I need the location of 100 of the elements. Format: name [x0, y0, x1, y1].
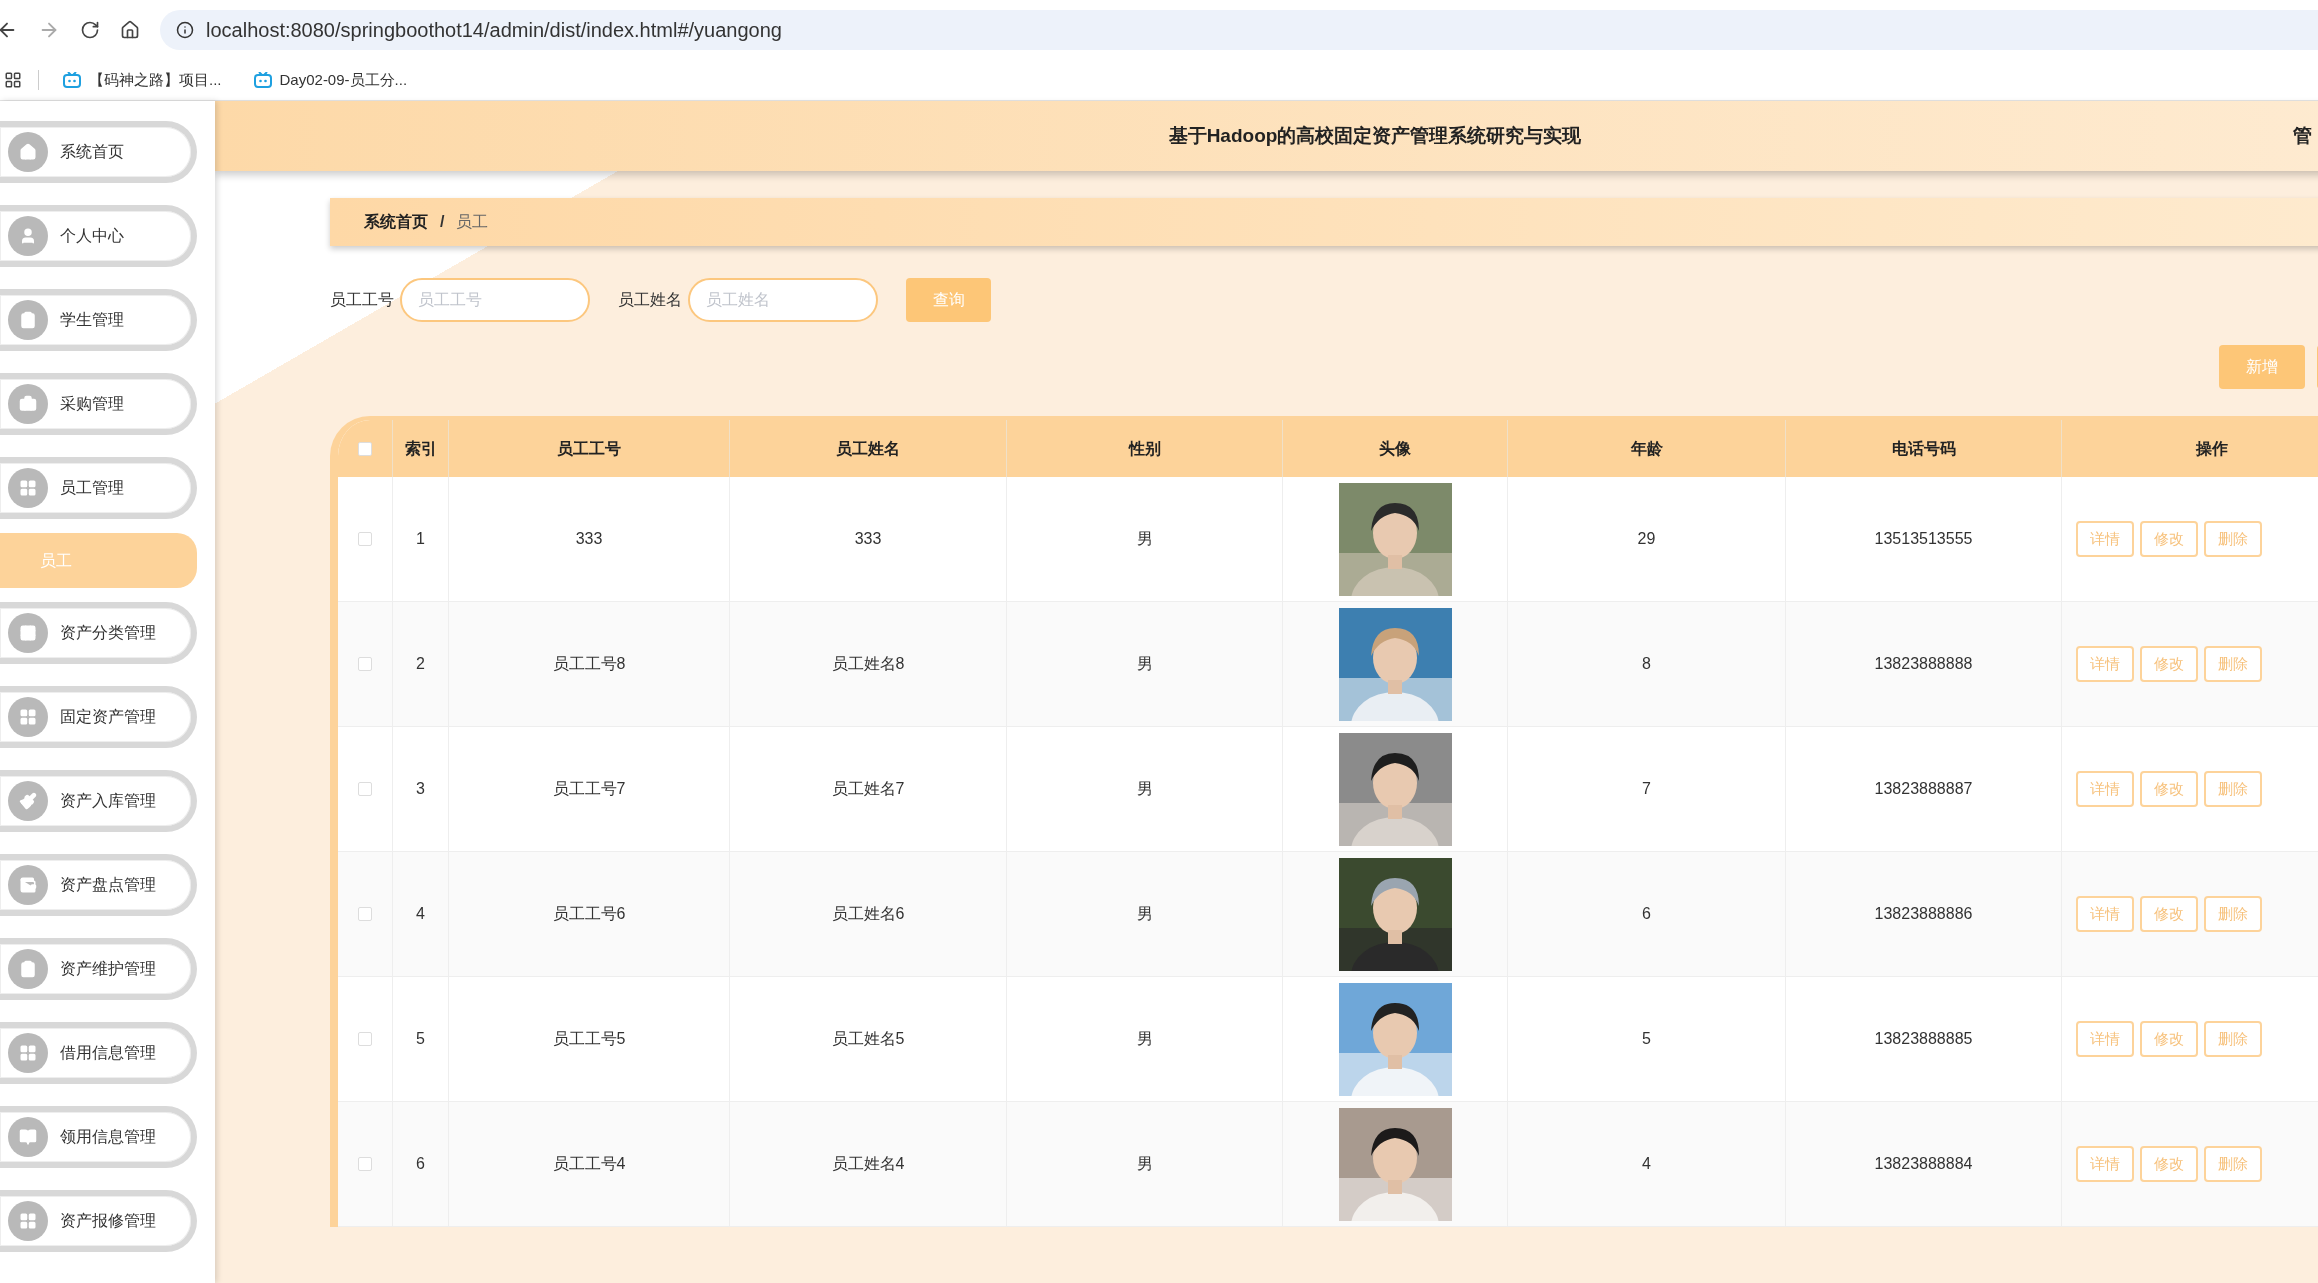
- sidebar-subitem[interactable]: 员工: [0, 533, 197, 588]
- reload-icon[interactable]: [80, 20, 100, 40]
- sidebar-item[interactable]: 员工管理: [0, 457, 197, 519]
- table-cell: 员工姓名5: [730, 977, 1007, 1101]
- bookmark[interactable]: 【码神之路】项目...: [55, 68, 230, 92]
- table-cell: 员工姓名4: [730, 1102, 1007, 1226]
- separator: /: [440, 212, 445, 232]
- field-label: 员工姓名: [618, 290, 682, 310]
- table-cell: 员工工号5: [449, 977, 730, 1101]
- address-bar[interactable]: localhost:8080/springboothot14/admin/dist/index.html#/yuangong: [160, 10, 2318, 50]
- action-button[interactable]: 详情: [2076, 646, 2134, 682]
- table-cell: 13823888888: [1786, 602, 2062, 726]
- sidebar-item[interactable]: 资产维护管理: [0, 938, 197, 1000]
- table-cell: 员工工号4: [449, 1102, 730, 1226]
- table-cell: 男: [1007, 602, 1283, 726]
- wallet-icon: [19, 876, 37, 894]
- table-cell: 3: [393, 727, 449, 851]
- table-cell: 13513513555: [1786, 477, 2062, 601]
- table-cell: 男: [1007, 1102, 1283, 1226]
- table-cell: 4: [393, 852, 449, 976]
- table-cell: 男: [1007, 477, 1283, 601]
- table-cell: 333: [730, 477, 1007, 601]
- tv-icon: [63, 72, 81, 88]
- add-button[interactable]: 新增: [2219, 345, 2305, 389]
- table-cell: 员工工号6: [449, 852, 730, 976]
- apps-icon[interactable]: [4, 71, 22, 89]
- table-cell: 男: [1007, 852, 1283, 976]
- select-all-checkbox[interactable]: [358, 441, 372, 456]
- action-button[interactable]: 详情: [2076, 896, 2134, 932]
- table-cell: 6: [393, 1102, 449, 1226]
- sidebar-item[interactable]: 采购管理: [0, 373, 197, 435]
- table-cell: 男: [1007, 977, 1283, 1101]
- table-cell: 6: [1508, 852, 1786, 976]
- system-title: 基于Hadoop的高校固定资产管理系统研究与实现: [1168, 123, 1582, 148]
- table-cell: 5: [1508, 977, 1786, 1101]
- table-cell: 2: [393, 602, 449, 726]
- row-checkbox[interactable]: [358, 532, 372, 546]
- table-cell: 8: [1508, 602, 1786, 726]
- bookmark[interactable]: Day02-09-员工分...: [245, 68, 416, 92]
- action-button[interactable]: 删除: [2204, 1146, 2262, 1182]
- sidebar-item[interactable]: 资产分类管理: [0, 602, 197, 664]
- url-text: localhost:8080/springboothot14/admin/dist/index.html#/yuangong: [206, 18, 782, 43]
- table-cell: 5: [393, 977, 449, 1101]
- breadcrumb-item[interactable]: 系统首页: [364, 210, 428, 234]
- row-checkbox[interactable]: [358, 1032, 372, 1046]
- action-button[interactable]: 详情: [2076, 1021, 2134, 1057]
- user-icon: [19, 227, 37, 245]
- action-button[interactable]: 详情: [2076, 1146, 2134, 1182]
- search-field[interactable]: 员工姓名: [688, 278, 878, 322]
- action-button[interactable]: 修改: [2140, 896, 2198, 932]
- search-button[interactable]: 查询: [906, 278, 991, 322]
- table-cell: 4: [1508, 1102, 1786, 1226]
- action-button[interactable]: 修改: [2140, 646, 2198, 682]
- sidebar-item[interactable]: 资产盘点管理: [0, 854, 197, 916]
- sidebar-item[interactable]: 资产入库管理: [0, 770, 197, 832]
- table-cell: 7: [1508, 727, 1786, 851]
- action-button[interactable]: 详情: [2076, 521, 2134, 557]
- sidebar-item[interactable]: 个人中心: [0, 205, 197, 267]
- user-text: 管: [2293, 123, 2313, 148]
- action-button[interactable]: 删除: [2204, 771, 2262, 807]
- action-button[interactable]: 修改: [2140, 1146, 2198, 1182]
- action-button[interactable]: 详情: [2076, 771, 2134, 807]
- sidebar-item[interactable]: 借用信息管理: [0, 1022, 197, 1084]
- tv-icon: [253, 72, 272, 88]
- sidebar-item[interactable]: 系统首页: [0, 121, 197, 183]
- table-cell: 13823888884: [1786, 1102, 2062, 1226]
- briefcase-icon: [19, 395, 37, 413]
- action-button[interactable]: 修改: [2140, 1021, 2198, 1057]
- sidebar-item[interactable]: 领用信息管理: [0, 1106, 197, 1168]
- table-cell: 13823888887: [1786, 727, 2062, 851]
- table-cell: 男: [1007, 727, 1283, 851]
- table-cell: 1: [393, 477, 449, 601]
- action-button[interactable]: 修改: [2140, 521, 2198, 557]
- sidebar-item[interactable]: 资产报修管理: [0, 1190, 197, 1252]
- field-label: 员工工号: [330, 290, 394, 310]
- table-cell: 13823888886: [1786, 852, 2062, 976]
- action-button[interactable]: 修改: [2140, 771, 2198, 807]
- row-checkbox[interactable]: [358, 782, 372, 796]
- table-cell: 员工姓名8: [730, 602, 1007, 726]
- table-cell: 333: [449, 477, 730, 601]
- table-cell: 员工姓名7: [730, 727, 1007, 851]
- home-icon[interactable]: [120, 20, 140, 40]
- action-button[interactable]: 删除: [2204, 646, 2262, 682]
- row-checkbox[interactable]: [358, 907, 372, 921]
- action-button[interactable]: 删除: [2204, 896, 2262, 932]
- search-field[interactable]: 员工工号: [400, 278, 590, 322]
- action-button[interactable]: 删除: [2204, 1021, 2262, 1057]
- table-cell: 13823888885: [1786, 977, 2062, 1101]
- table-cell: 员工工号8: [449, 602, 730, 726]
- row-checkbox[interactable]: [358, 657, 372, 671]
- brush-icon: [19, 792, 37, 810]
- sidebar-item[interactable]: 固定资产管理: [0, 686, 197, 748]
- row-checkbox[interactable]: [358, 1157, 372, 1171]
- table-cell: 员工工号7: [449, 727, 730, 851]
- info-icon: [176, 21, 194, 39]
- table-cell: 员工姓名6: [730, 852, 1007, 976]
- sidebar-item[interactable]: 学生管理: [0, 289, 197, 351]
- home-icon: [19, 143, 37, 161]
- table-cell: 29: [1508, 477, 1786, 601]
- action-button[interactable]: 删除: [2204, 521, 2262, 557]
